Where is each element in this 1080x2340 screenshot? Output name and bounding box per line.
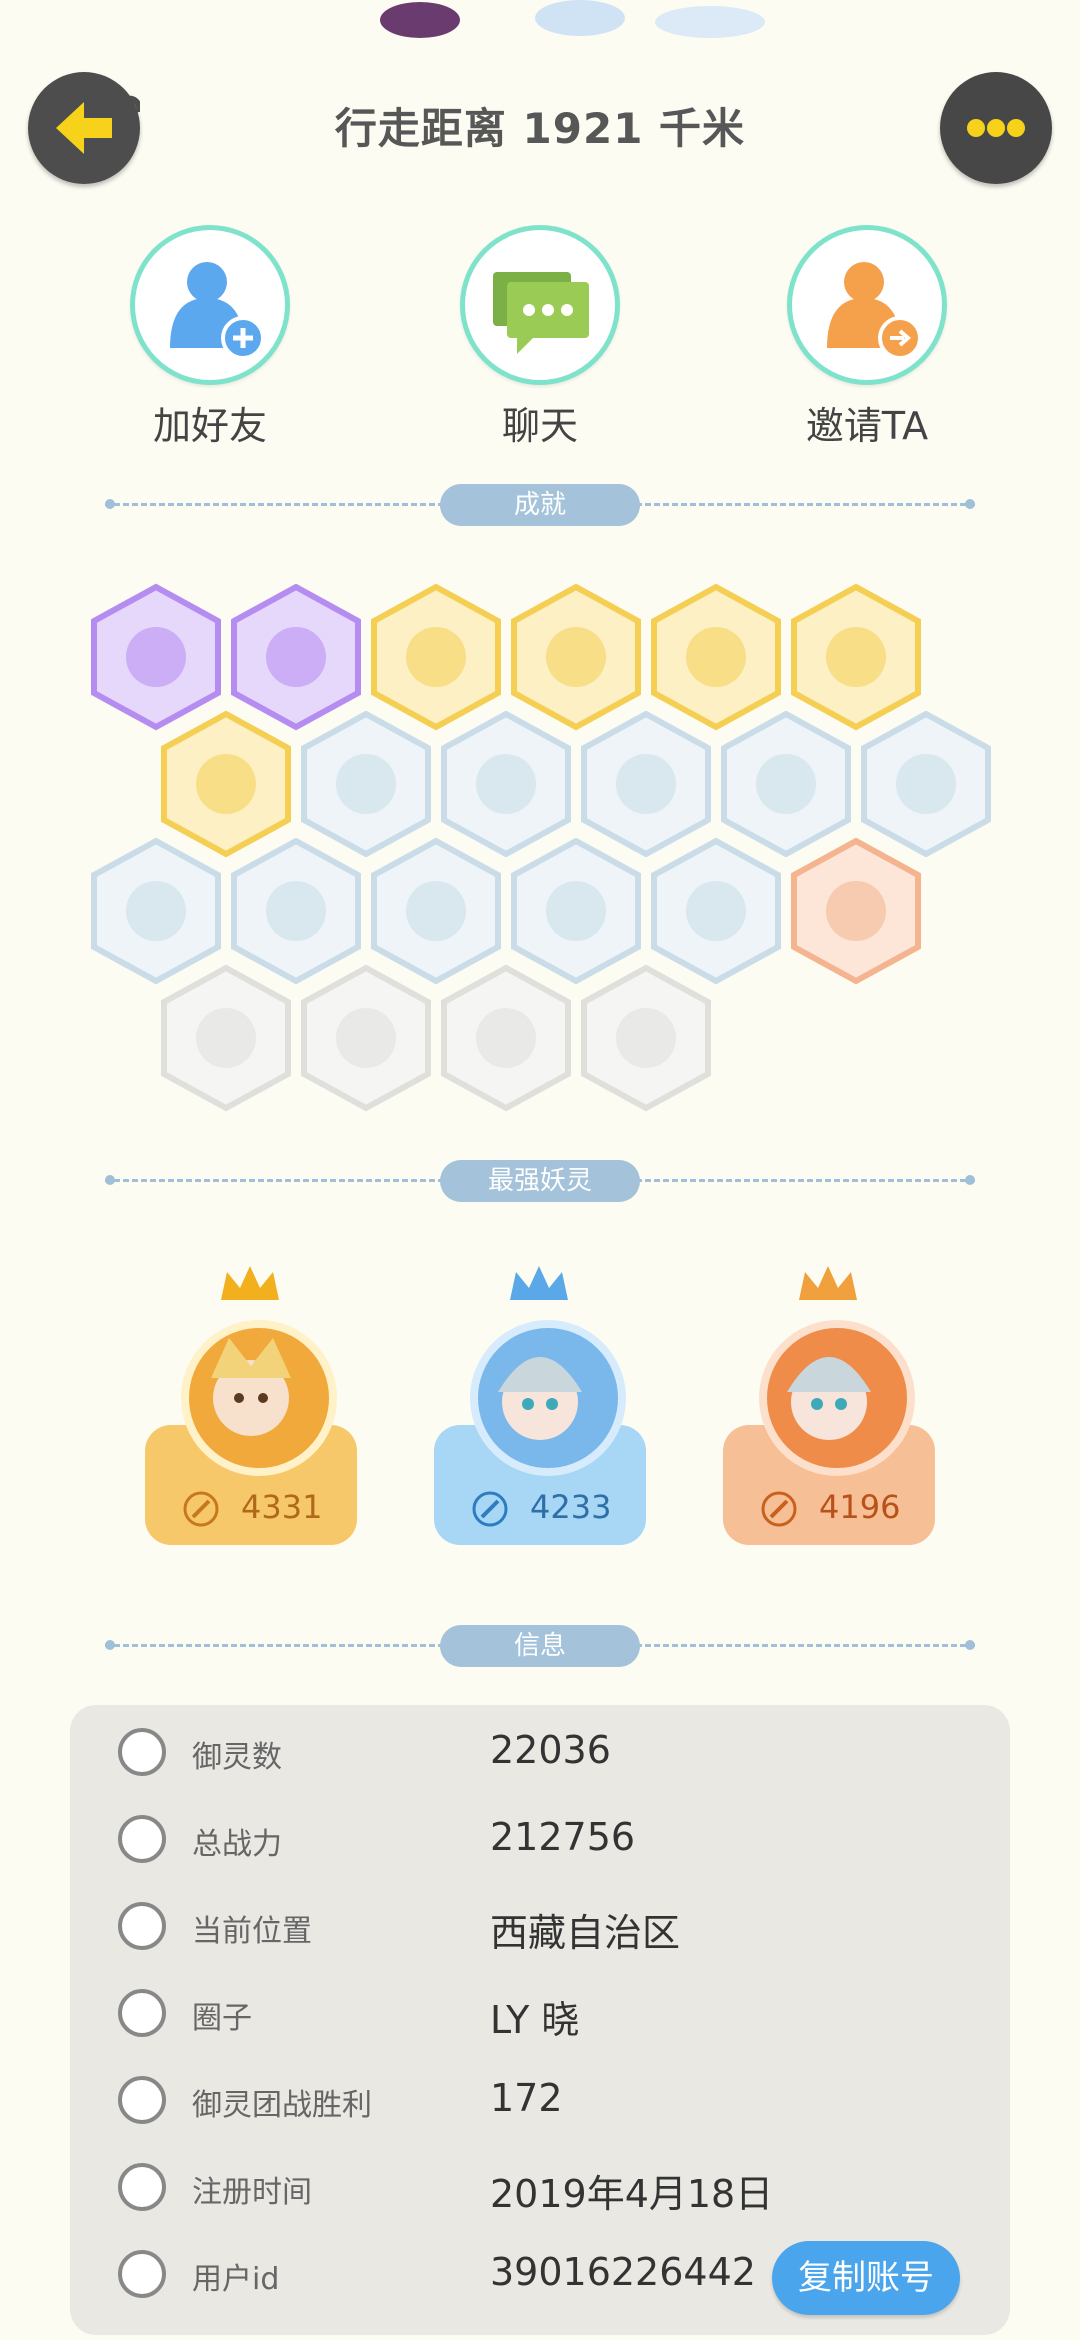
add-friend-icon — [130, 225, 290, 385]
invite-label: 邀请TA — [805, 404, 929, 448]
achievement-badge-icon[interactable] — [300, 710, 432, 858]
pet-card-2[interactable]: 4233 — [434, 1260, 646, 1550]
info-row-circle: 圈子 LY 晓 — [70, 1973, 1010, 2053]
strongest-heading: 最强妖灵 — [440, 1160, 640, 1202]
achievement-badge-icon[interactable] — [510, 837, 642, 985]
achievement-badge-icon[interactable] — [580, 964, 712, 1112]
info-label: 当前位置 — [192, 1914, 312, 1949]
info-label: 御灵团战胜利 — [192, 2088, 372, 2123]
info-value: 39016226442 — [490, 2250, 756, 2294]
pet-card-3[interactable]: 4196 — [723, 1260, 935, 1550]
page-title: 行走距离 1921 千米 — [334, 104, 746, 153]
clock-icon — [118, 2163, 166, 2211]
pet-power: 4331 — [241, 1488, 323, 1526]
achievement-badge-icon[interactable] — [440, 710, 572, 858]
info-value: 2019年4月18日 — [490, 2172, 774, 2216]
achievement-badge-icon[interactable] — [370, 837, 502, 985]
achievement-badge-icon[interactable] — [650, 837, 782, 985]
info-divider: 信息 — [105, 1625, 975, 1667]
strongest-divider: 最强妖灵 — [105, 1160, 975, 1202]
info-row-spirits: 御灵数 22036 — [70, 1712, 1010, 1792]
invite-icon — [787, 225, 947, 385]
achievement-badge-icon[interactable] — [90, 583, 222, 731]
more-dots-icon — [967, 119, 1025, 137]
achievement-badge-icon[interactable] — [790, 837, 922, 985]
chat-label: 聊天 — [501, 404, 578, 448]
achievements-heading: 成就 — [440, 484, 640, 526]
location-pin-icon — [118, 1902, 166, 1950]
achievement-badge-icon[interactable] — [90, 837, 222, 985]
achievement-badge-icon[interactable] — [160, 710, 292, 858]
character-feet-art — [380, 0, 765, 38]
info-value: 212756 — [490, 1815, 636, 1859]
circle-icon — [118, 1989, 166, 2037]
pet-power: 4233 — [530, 1488, 612, 1526]
achievement-badge-icon[interactable] — [300, 964, 432, 1112]
chat-button[interactable]: 聊天 — [455, 225, 625, 450]
info-row-register-date: 注册时间 2019年4月18日 — [70, 2147, 1010, 2227]
info-heading: 信息 — [440, 1625, 640, 1667]
achievement-badge-icon[interactable] — [510, 583, 642, 731]
more-button[interactable] — [940, 72, 1052, 184]
info-panel: 御灵数 22036 总战力 212756 当前位置 西藏自治区 圈子 LY 晓 … — [70, 1705, 1010, 2335]
achievement-badge-icon[interactable] — [160, 964, 292, 1112]
achievement-badge-icon[interactable] — [230, 583, 362, 731]
tower-icon — [118, 2076, 166, 2124]
achievement-badge-icon[interactable] — [860, 710, 992, 858]
avatar — [759, 1320, 915, 1476]
info-label: 圈子 — [192, 2001, 252, 2036]
info-row-power: 总战力 212756 — [70, 1799, 1010, 1879]
silver-crown-icon — [510, 1266, 568, 1300]
chat-icon — [460, 225, 620, 385]
achievement-badge-icon[interactable] — [440, 964, 572, 1112]
achievement-badge-icon[interactable] — [790, 583, 922, 731]
info-row-location: 当前位置 西藏自治区 — [70, 1886, 1010, 1966]
add-friend-button[interactable]: 加好友 — [125, 225, 295, 450]
info-label: 御灵数 — [192, 1740, 282, 1775]
info-row-team-wins: 御灵团战胜利 172 — [70, 2060, 1010, 2140]
spirit-count-icon — [118, 1728, 166, 1776]
achievement-badge-icon[interactable] — [370, 583, 502, 731]
achievement-badge-icon[interactable] — [650, 583, 782, 731]
gold-crown-icon — [221, 1266, 279, 1300]
sword-icon — [761, 1491, 797, 1527]
invite-button[interactable]: 邀请TA — [782, 225, 952, 450]
achievement-badge-icon[interactable] — [580, 710, 712, 858]
info-value: 172 — [490, 2076, 563, 2120]
add-friend-label: 加好友 — [152, 404, 267, 448]
info-label: 注册时间 — [192, 2175, 312, 2210]
pet-card-1[interactable]: 4331 — [145, 1260, 357, 1550]
info-value: 22036 — [490, 1728, 611, 1772]
info-value: 西藏自治区 — [490, 1911, 681, 1955]
avatar — [470, 1320, 626, 1476]
achievement-badge-icon[interactable] — [720, 710, 852, 858]
bronze-crown-icon — [799, 1266, 857, 1300]
info-label: 用户id — [192, 2262, 280, 2297]
copy-account-button[interactable]: 复制账号 — [772, 2241, 960, 2315]
achievements-divider: 成就 — [105, 484, 975, 526]
pet-power: 4196 — [819, 1488, 901, 1526]
info-value: LY 晓 — [490, 1998, 580, 2042]
achievement-badge-icon[interactable] — [230, 837, 362, 985]
id-card-icon — [118, 2250, 166, 2298]
info-label: 总战力 — [192, 1827, 282, 1862]
sword-icon — [183, 1491, 219, 1527]
sword-icon — [118, 1815, 166, 1863]
avatar — [181, 1320, 337, 1476]
sword-icon — [472, 1491, 508, 1527]
